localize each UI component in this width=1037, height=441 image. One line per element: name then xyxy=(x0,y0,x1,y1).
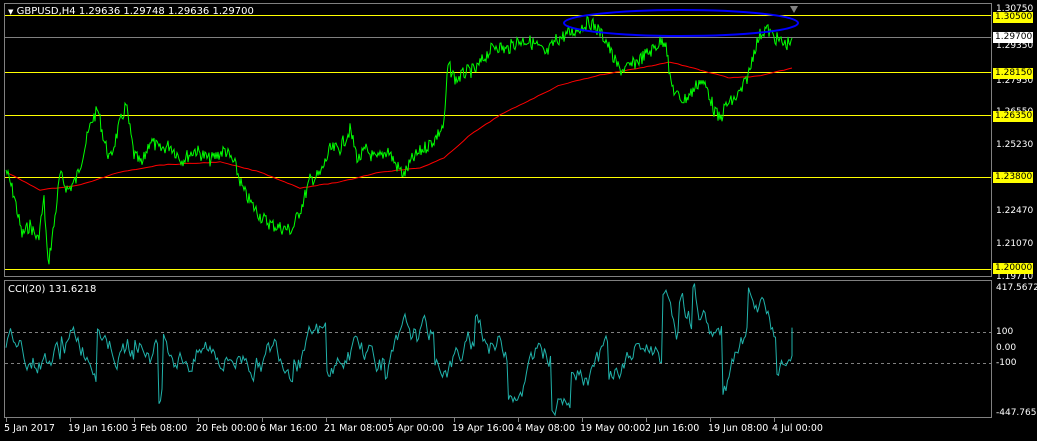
indicator-header: CCI(20) 131.6218 xyxy=(8,284,96,295)
time-axis-label: 2 Jun 16:00 xyxy=(645,423,700,434)
price-axis-label: 1.25230 xyxy=(996,140,1034,150)
price-axis-label: 1.21070 xyxy=(996,239,1034,249)
cci-line xyxy=(5,283,793,417)
time-axis-label: 19 Apr 16:00 xyxy=(452,423,514,434)
current-price-tag: 1.29700 xyxy=(993,32,1033,43)
indicator-frame xyxy=(4,280,992,418)
axis-ticks xyxy=(6,418,775,422)
shift-marker-icon[interactable] xyxy=(790,6,798,13)
high-value: 1.29748 xyxy=(123,6,165,17)
level-lines xyxy=(5,15,991,270)
indicator-name: CCI(20) xyxy=(8,284,46,295)
price-line xyxy=(5,15,793,265)
cci-axis-label: 417.5672 xyxy=(996,283,1037,293)
dropdown-arrow-icon[interactable]: ▼ xyxy=(8,8,13,16)
cci-axis-label: 100 xyxy=(996,327,1014,337)
moving-average-line xyxy=(5,61,793,191)
time-axis-label: 6 Mar 16:00 xyxy=(260,423,318,434)
cci-axis-label: 0.00 xyxy=(996,343,1017,353)
level-tag: 1.28150 xyxy=(993,68,1033,79)
time-axis-label: 5 Apr 00:00 xyxy=(388,423,444,434)
highlight-ellipse xyxy=(563,9,799,37)
time-axis-label: 19 May 00:00 xyxy=(580,423,646,434)
low-value: 1.29636 xyxy=(167,6,210,17)
chart-canvas[interactable] xyxy=(0,0,1037,441)
indicator-value: 131.6218 xyxy=(48,284,97,295)
close-value: 1.29700 xyxy=(212,6,254,17)
symbol-label: GBPUSD,H4 xyxy=(16,6,76,17)
time-axis-label: 4 Jul 00:00 xyxy=(772,423,823,434)
cci-axis-label: -100 xyxy=(996,358,1017,368)
time-axis-label: 3 Feb 08:00 xyxy=(131,423,188,434)
price-axis-label: 1.22470 xyxy=(996,206,1034,216)
level-tag: 1.30500 xyxy=(993,12,1033,23)
level-tag: 1.23800 xyxy=(993,172,1033,183)
level-tag: 1.26350 xyxy=(993,111,1033,122)
cci-axis-label: -447.7658 xyxy=(996,408,1037,418)
time-axis-label: 20 Feb 00:00 xyxy=(196,423,259,434)
time-axis-label: 4 May 08:00 xyxy=(516,423,576,434)
time-axis-label: 19 Jun 08:00 xyxy=(708,423,769,434)
open-value: 1.29636 xyxy=(78,6,121,17)
time-axis-label: 19 Jan 16:00 xyxy=(68,423,129,434)
level-tag: 1.20000 xyxy=(993,263,1033,274)
time-axis-label: 5 Jan 2017 xyxy=(4,423,55,434)
chart-header: ▼ GBPUSD,H4 1.29636 1.29748 1.29636 1.29… xyxy=(8,6,254,17)
time-axis-label: 21 Mar 08:00 xyxy=(324,423,388,434)
